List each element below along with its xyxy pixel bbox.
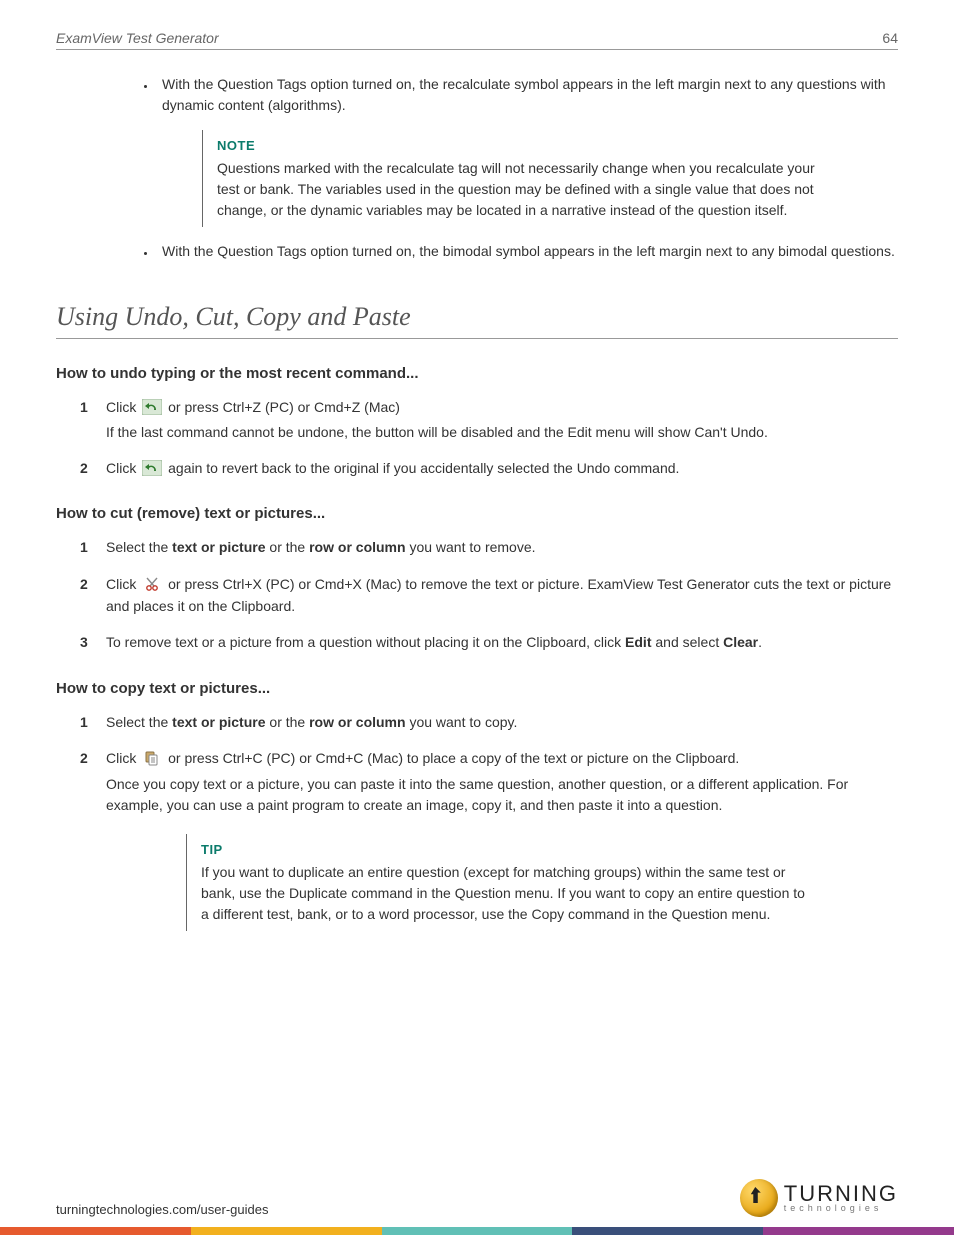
copy-steps: 1 Select the text or picture or the row … [80, 711, 898, 932]
step-text: and select [652, 634, 724, 650]
footer-url: turningtechnologies.com/user-guides [56, 1202, 268, 1217]
logo-mark-icon [740, 1179, 778, 1217]
note-body: Questions marked with the recalculate ta… [217, 158, 822, 221]
note-callout: NOTE Questions marked with the recalcula… [202, 130, 822, 227]
step-bold: Clear [723, 634, 758, 650]
undo-steps: 1 Click or press Ctrl+Z (PC) or Cmd+Z (M… [80, 396, 898, 480]
undo-icon [142, 398, 162, 416]
step-text: you want to copy. [406, 714, 518, 730]
bullet-item: With the Question Tags option turned on,… [156, 241, 898, 262]
step-item: 2 Click again to revert back to the orig… [80, 457, 898, 479]
step-bold: text or picture [172, 539, 265, 555]
step-bold: text or picture [172, 714, 265, 730]
turning-logo: TURNING technologies [740, 1179, 898, 1217]
step-text: . [758, 634, 762, 650]
page-number: 64 [882, 30, 898, 46]
cut-steps: 1 Select the text or picture or the row … [80, 536, 898, 654]
step-bold: row or column [309, 714, 405, 730]
step-number: 2 [80, 457, 88, 479]
logo-sub-text: technologies [784, 1204, 898, 1212]
step-number: 1 [80, 536, 88, 558]
step-text: Select the [106, 539, 172, 555]
step-bold: Edit [625, 634, 651, 650]
logo-text: TURNING technologies [784, 1184, 898, 1212]
step-item: 1 Select the text or picture or the row … [80, 711, 898, 733]
undo-heading: How to undo typing or the most recent co… [56, 365, 898, 382]
step-text: or press Ctrl+Z (PC) or Cmd+Z (Mac) [168, 399, 400, 415]
step-item: 2 Click or press Ctrl+X (PC) or Cmd+X (M… [80, 573, 898, 618]
page-header: ExamView Test Generator 64 [56, 30, 898, 50]
tip-body: If you want to duplicate an entire quest… [201, 862, 806, 925]
bullet-text: With the Question Tags option turned on,… [162, 243, 895, 259]
step-text: or press Ctrl+C (PC) or Cmd+C (Mac) to p… [168, 750, 739, 766]
step-text: again to revert back to the original if … [168, 460, 679, 476]
intro-bullets: With the Question Tags option turned on,… [156, 74, 898, 262]
bullet-text: With the Question Tags option turned on,… [162, 76, 886, 113]
step-extra-text: If the last command cannot be undone, th… [106, 422, 898, 443]
page-footer: turningtechnologies.com/user-guides TURN… [56, 1179, 898, 1217]
step-item: 3 To remove text or a picture from a que… [80, 631, 898, 653]
step-item: 1 Click or press Ctrl+Z (PC) or Cmd+Z (M… [80, 396, 898, 443]
step-extra-text: Once you copy text or a picture, you can… [106, 774, 898, 816]
step-text: Click [106, 399, 140, 415]
copy-heading: How to copy text or pictures... [56, 680, 898, 697]
copy-icon [142, 750, 162, 768]
step-text: or the [266, 714, 310, 730]
header-title: ExamView Test Generator [56, 30, 219, 46]
cut-heading: How to cut (remove) text or pictures... [56, 505, 898, 522]
step-text: Click [106, 576, 140, 592]
step-bold: row or column [309, 539, 405, 555]
step-item: 2 Click or press Ctrl+C (PC) or Cmd+C (M… [80, 747, 898, 931]
logo-main-text: TURNING [784, 1184, 898, 1204]
step-item: 1 Select the text or picture or the row … [80, 536, 898, 558]
step-number: 1 [80, 396, 88, 418]
step-text: you want to remove. [406, 539, 536, 555]
step-text: To remove text or a picture from a quest… [106, 634, 625, 650]
step-text: Click [106, 460, 140, 476]
step-number: 2 [80, 573, 88, 595]
bullet-item: With the Question Tags option turned on,… [156, 74, 898, 227]
step-text: Click [106, 750, 140, 766]
step-text: Select the [106, 714, 172, 730]
step-text: or press Ctrl+X (PC) or Cmd+X (Mac) to r… [106, 576, 891, 614]
tip-title: TIP [201, 840, 806, 861]
note-title: NOTE [217, 136, 822, 156]
scissors-icon [142, 575, 162, 593]
undo-icon [142, 459, 162, 477]
tip-callout: TIP If you want to duplicate an entire q… [186, 834, 806, 932]
step-text: or the [266, 539, 310, 555]
section-heading: Using Undo, Cut, Copy and Paste [56, 302, 898, 339]
bottom-color-bar [0, 1227, 954, 1235]
step-number: 2 [80, 747, 88, 769]
step-number: 3 [80, 631, 88, 653]
step-number: 1 [80, 711, 88, 733]
